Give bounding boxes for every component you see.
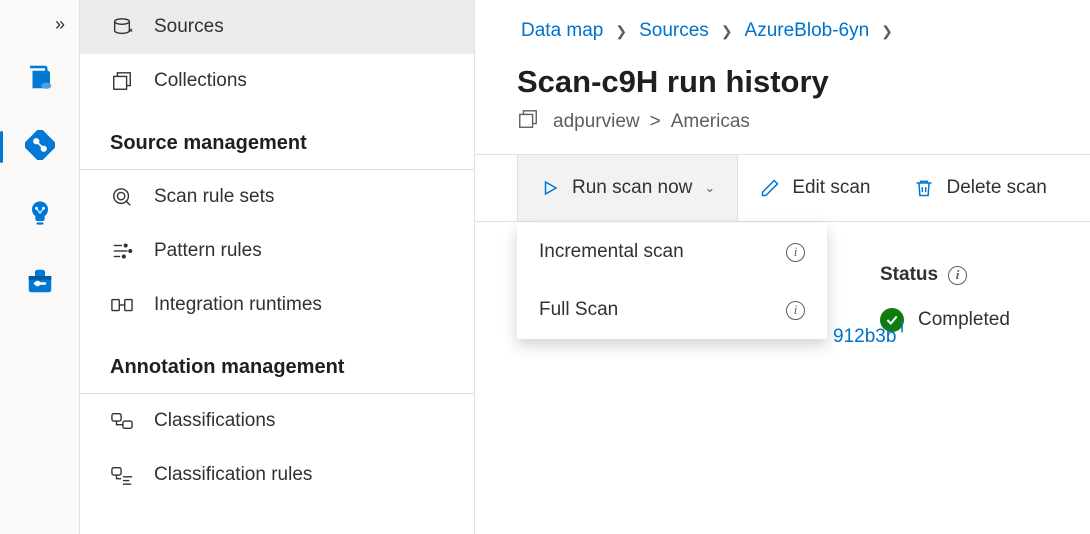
trash-icon: [914, 178, 934, 198]
database-icon: [110, 15, 134, 39]
sidebar-item-scan-rule-sets[interactable]: Scan rule sets: [80, 170, 474, 224]
run-scan-now-button[interactable]: Run scan now ⌄: [517, 155, 738, 221]
sidebar-item-integration-runtimes[interactable]: Integration runtimes: [80, 278, 474, 332]
collections-icon: [517, 108, 539, 136]
nav-rail-catalog[interactable]: [16, 55, 64, 103]
status-column: Status i Completed: [880, 232, 1090, 332]
pencil-icon: [760, 178, 780, 198]
subtitle-sep: >: [650, 111, 661, 133]
info-icon[interactable]: i: [786, 243, 805, 262]
chevron-right-icon: ❯: [881, 23, 893, 40]
dropdown-incremental-scan[interactable]: Incremental scan i: [517, 223, 827, 281]
lightbulb-icon: [26, 199, 54, 232]
sidebar-item-label: Pattern rules: [154, 240, 262, 262]
sidebar-item-label: Collections: [154, 70, 247, 92]
page-subtitle: adpurview > Americas: [517, 108, 1070, 136]
classifications-icon: [110, 409, 134, 433]
toolbar: Run scan now ⌄ Edit scan Delete scan Inc…: [475, 154, 1090, 222]
main-content: Data map ❯ Sources ❯ AzureBlob-6yn ❯ Sca…: [475, 0, 1090, 534]
edit-scan-button[interactable]: Edit scan: [738, 155, 892, 221]
chevron-down-icon: ⌄: [704, 180, 715, 196]
toolbox-icon: [25, 266, 55, 301]
catalog-icon: [25, 62, 55, 97]
table-row-status: Completed: [880, 308, 1090, 332]
nav-rail-insights[interactable]: [16, 191, 64, 239]
expand-nav-icon[interactable]: »: [55, 14, 65, 35]
sidebar-item-classification-rules[interactable]: Classification rules: [80, 448, 474, 502]
breadcrumb-azureblob[interactable]: AzureBlob-6yn: [745, 20, 870, 42]
info-icon[interactable]: i: [786, 301, 805, 320]
subtitle-region: Americas: [671, 111, 750, 133]
classification-rules-icon: [110, 463, 134, 487]
dropdown-full-scan[interactable]: Full Scan i: [517, 281, 827, 339]
sidebar-item-classifications[interactable]: Classifications: [80, 394, 474, 448]
breadcrumb-sources[interactable]: Sources: [639, 20, 709, 42]
target-icon: [110, 185, 134, 209]
chevron-right-icon: ❯: [615, 23, 627, 40]
nav-rail: »: [0, 0, 80, 534]
breadcrumb: Data map ❯ Sources ❯ AzureBlob-6yn ❯: [475, 0, 1090, 42]
page-title: Scan-c9H run history: [517, 64, 1070, 100]
info-icon[interactable]: i: [948, 266, 967, 285]
sidebar-item-collections[interactable]: Collections: [80, 54, 474, 108]
data-map-icon: [25, 130, 55, 165]
chevron-right-icon: ❯: [721, 23, 733, 40]
status-value-label: Completed: [918, 309, 1010, 331]
dropdown-item-label: Full Scan: [539, 299, 618, 321]
sidebar-section-source-management: Source management: [80, 108, 474, 170]
sidebar-item-label: Integration runtimes: [154, 294, 322, 316]
toolbar-label: Delete scan: [946, 177, 1046, 199]
subtitle-collection: adpurview: [553, 111, 640, 133]
sidebar: Sources Collections Source management Sc…: [80, 0, 475, 534]
toolbar-label: Edit scan: [792, 177, 870, 199]
sidebar-item-label: Scan rule sets: [154, 186, 274, 208]
nav-rail-data-map[interactable]: [16, 123, 64, 171]
sidebar-item-label: Classifications: [154, 410, 275, 432]
nav-rail-management[interactable]: [16, 259, 64, 307]
runtime-icon: [110, 293, 134, 317]
toolbar-label: Run scan now: [572, 177, 692, 199]
sidebar-section-annotation-management: Annotation management: [80, 332, 474, 394]
sidebar-item-pattern-rules[interactable]: Pattern rules: [80, 224, 474, 278]
run-id-link[interactable]: 912b3b╵: [833, 325, 908, 348]
sidebar-item-label: Sources: [154, 16, 224, 38]
pattern-icon: [110, 239, 134, 263]
sidebar-item-sources[interactable]: Sources: [80, 0, 474, 54]
sidebar-item-label: Classification rules: [154, 464, 312, 486]
breadcrumb-data-map[interactable]: Data map: [521, 20, 603, 42]
status-column-header: Status i: [880, 232, 1090, 308]
run-scan-dropdown: Incremental scan i Full Scan i: [517, 223, 827, 339]
delete-scan-button[interactable]: Delete scan: [892, 155, 1068, 221]
play-icon: [540, 178, 560, 198]
dropdown-item-label: Incremental scan: [539, 241, 684, 263]
collections-icon: [110, 69, 134, 93]
